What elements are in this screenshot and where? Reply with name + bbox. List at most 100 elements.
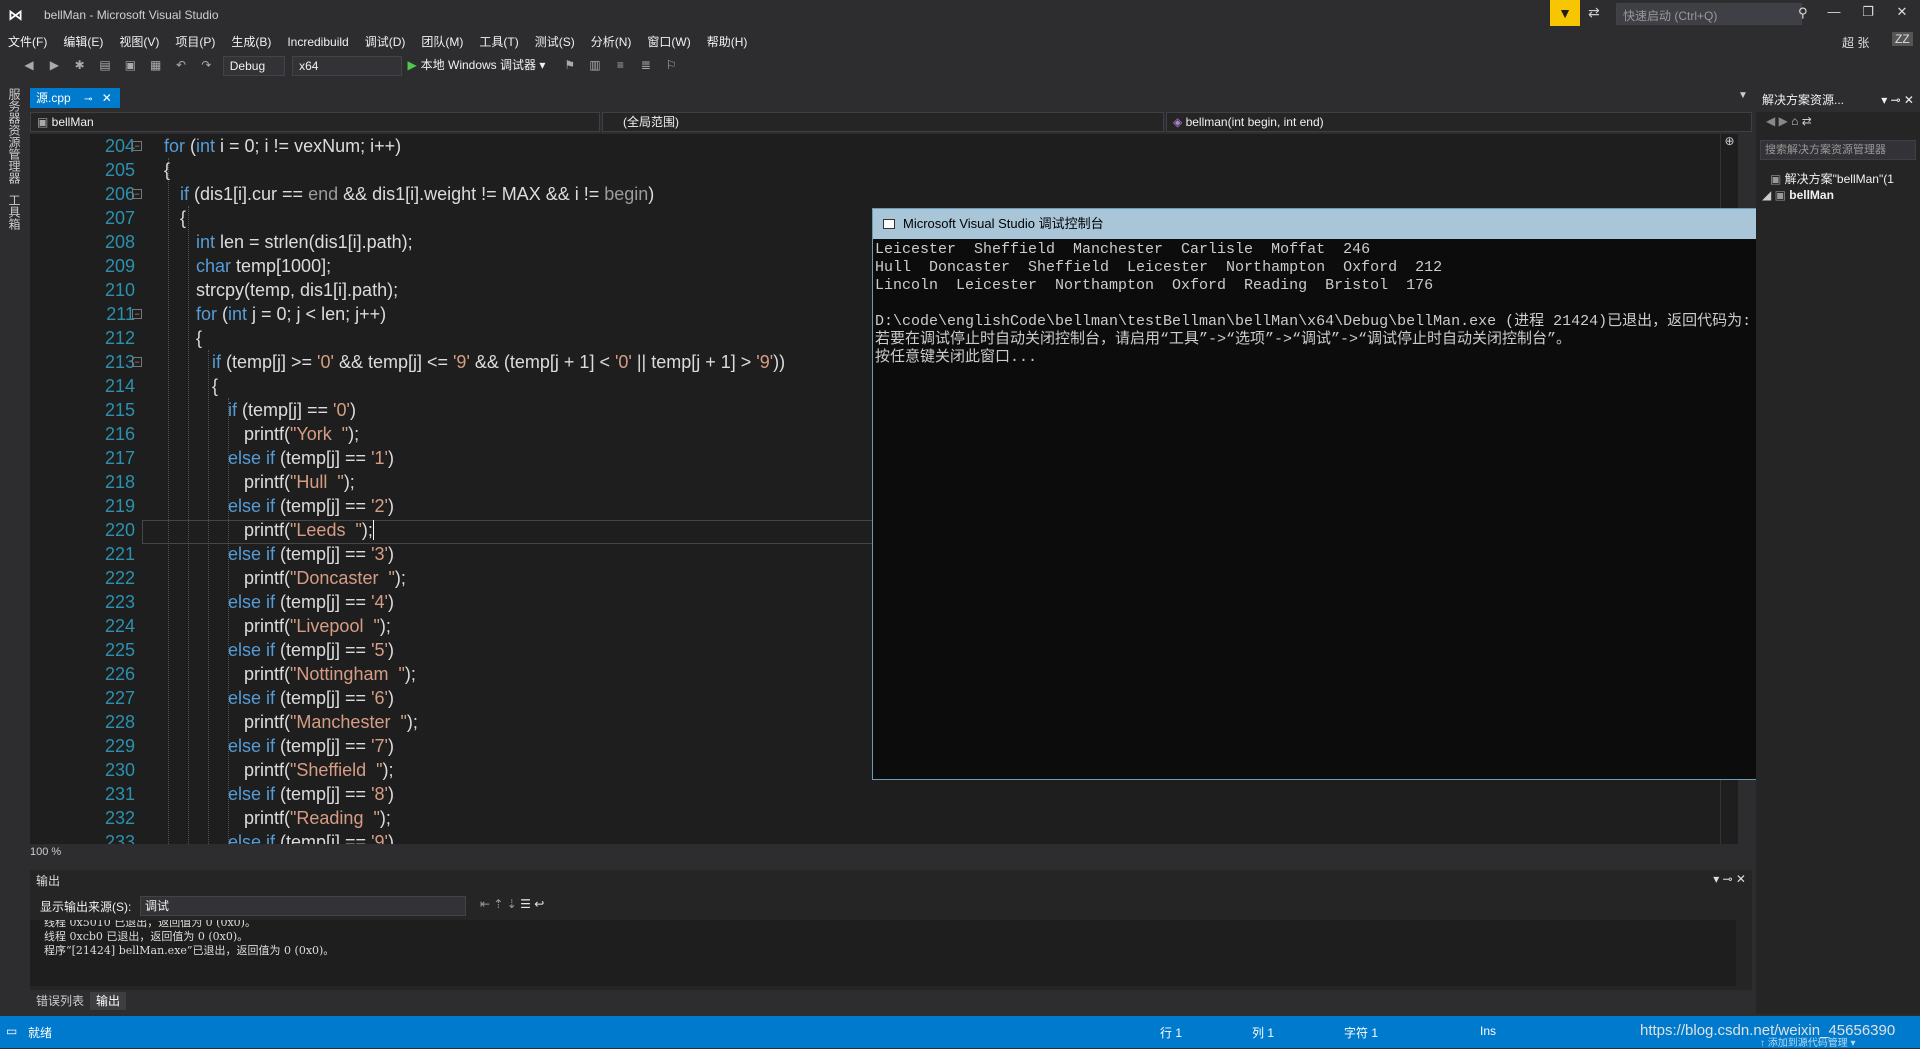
menu-analyze[interactable]: 分析(N) [583, 32, 640, 52]
zoom-level-select[interactable]: 100 % [30, 846, 100, 862]
menu-edit[interactable]: 编辑(E) [55, 32, 111, 52]
editor-horizontal-scrollbar[interactable] [100, 846, 1738, 860]
code-line-217: else if (temp[j] == '1') [228, 448, 394, 468]
menu-debug[interactable]: 调试(D) [357, 32, 414, 52]
menu-help[interactable]: 帮助(H) [699, 32, 756, 52]
forward-icon[interactable]: ▶ [45, 56, 63, 74]
redo-icon[interactable]: ↷ [197, 56, 215, 74]
menu-test[interactable]: 测试(S) [527, 32, 583, 52]
solution-explorer-title: 解决方案资源... ▾ ⊸ ✕ [1756, 88, 1920, 112]
notifications-icon[interactable]: ⇄ [1588, 4, 1600, 21]
status-char: 字符 1 [1344, 1026, 1379, 1040]
collapse-icon[interactable]: − [132, 357, 142, 367]
bookmark-icon[interactable]: ⚐ [662, 56, 680, 74]
feedback-filter-icon[interactable]: ▼ [1550, 0, 1580, 26]
word-wrap-icon[interactable]: ↩ [534, 897, 544, 911]
save-icon[interactable]: ▣ [121, 56, 139, 74]
close-tab-icon[interactable]: ✕ [102, 91, 112, 105]
add-to-source-control-button[interactable]: ↑ 添加到源代码管理 ▾ [1760, 1034, 1856, 1049]
new-project-icon[interactable]: ✱ [71, 56, 89, 74]
console-line: D:\code\englishCode\bellman\testBellman\… [875, 313, 1785, 330]
output-text-area[interactable]: 线程 0x5010 已退出，返回值为 0 (0x0)。 线程 0xcb0 已退出… [30, 920, 1736, 986]
code-line-207: { [180, 208, 187, 228]
menu-tools[interactable]: 工具(T) [471, 32, 526, 52]
console-title: Microsoft Visual Studio 调试控制台 [903, 216, 1104, 231]
tab-output[interactable]: 输出 [90, 992, 127, 1010]
save-all-icon[interactable]: ▦ [147, 56, 165, 74]
tab-error-list[interactable]: 错误列表 [30, 992, 90, 1010]
output-window-controls[interactable]: ▾ ⊸ ✕ [1713, 872, 1746, 886]
console-line: Lincoln Leicester Northampton Oxford Rea… [875, 277, 1434, 294]
open-file-icon[interactable]: ▤ [96, 56, 114, 74]
bottom-tab-strip: 错误列表 输出 [30, 992, 127, 1010]
project-icon: ▣ [37, 115, 52, 129]
se-close-icon[interactable]: ▾ ⊸ ✕ [1881, 88, 1914, 112]
output-source-select[interactable]: 调试 [140, 896, 466, 916]
uncomment-icon[interactable]: ≣ [637, 56, 655, 74]
line-number: 207 [104, 208, 135, 228]
member-select[interactable]: ◈ bellman(int begin, int end) [1166, 112, 1752, 132]
scope-select[interactable]: (全局范围) [602, 112, 1164, 132]
menu-incredibuild[interactable]: Incredibuild [279, 32, 356, 52]
close-icon[interactable]: ✕ [1890, 4, 1914, 24]
menu-project[interactable]: 项目(P) [167, 32, 223, 52]
tree-item-project[interactable]: ◢ ▣ bellMan [1762, 188, 1834, 202]
status-row: 行 1 [1160, 1026, 1183, 1040]
comment-icon[interactable]: ≡ [611, 56, 629, 74]
user-name[interactable]: 超 张 [1842, 34, 1869, 51]
pin-icon[interactable]: ⊸ [84, 94, 92, 105]
project-select[interactable]: ▣ bellMan [30, 112, 600, 132]
line-number: 229 [104, 736, 135, 756]
menu-window[interactable]: 窗口(W) [639, 32, 698, 52]
line-number: 214 [104, 376, 135, 396]
tab-source-cpp[interactable]: 源.cpp ⊸ ✕ [30, 88, 120, 108]
tab-list-dropdown-icon[interactable]: ▼ [1738, 90, 1748, 101]
left-tool-strip: 服务器资源管理器 工具箱 [0, 84, 28, 1014]
back-icon[interactable]: ◀ [20, 56, 38, 74]
project-icon: ▣ [1774, 188, 1790, 202]
find-message-icon[interactable]: ⇤ [480, 897, 493, 911]
collapse-icon[interactable]: − [132, 189, 142, 199]
tree-item-label: bellMan [1789, 188, 1834, 202]
search-icon[interactable]: ⚲ [1798, 5, 1808, 21]
start-debugging-button[interactable]: ▶ 本地 Windows 调试器 ▾ [407, 58, 545, 72]
line-number: 228 [104, 712, 135, 732]
code-line-213: if (temp[j] >= '0' && temp[j] <= '9' && … [212, 352, 786, 372]
code-line-223: else if (temp[j] == '4') [228, 592, 394, 612]
forward-icon[interactable]: ▶ [1779, 114, 1792, 128]
code-line-209: char temp[1000]; [196, 256, 332, 276]
solution-config-select[interactable]: Debug [222, 56, 285, 76]
prev-message-icon[interactable]: ⇡ [493, 897, 506, 911]
platform-select[interactable]: x64 [292, 56, 403, 76]
line-number: 210 [104, 280, 135, 300]
menu-file[interactable]: 文件(F) [0, 32, 55, 52]
undo-icon[interactable]: ↶ [172, 56, 190, 74]
tree-item-solution[interactable]: ▣ 解决方案"bellMan"(1 [1770, 170, 1894, 187]
solution-explorer-icon[interactable]: ▥ [586, 56, 604, 74]
line-number: 230 [104, 760, 135, 780]
menu-build[interactable]: 生成(B) [223, 32, 279, 52]
collapse-icon[interactable]: − [132, 309, 142, 319]
home-icon[interactable]: ⌂ [1791, 114, 1802, 128]
line-number: 206 [104, 184, 135, 204]
browser-link-icon[interactable]: ⚑ [561, 56, 579, 74]
restore-icon[interactable]: ❐ [1856, 4, 1880, 24]
clear-all-icon[interactable]: ☰ [520, 897, 534, 911]
split-icon[interactable]: ⊕ [1721, 134, 1738, 148]
menu-view[interactable]: 视图(V) [111, 32, 167, 52]
standard-toolbar: ◀ ▶ ✱ ▤ ▣ ▦ ↶ ↷ Debug x64 ▶ 本地 Windows 调试… [0, 56, 1920, 80]
server-explorer-tab[interactable]: 服务器资源管理器 [6, 88, 23, 184]
solution-search-input[interactable]: 搜索解决方案资源管理器 [1760, 140, 1916, 160]
menu-team[interactable]: 团队(M) [413, 32, 471, 52]
output-source-label: 显示输出来源(S): [40, 900, 132, 914]
expand-icon[interactable]: ◢ [1762, 188, 1775, 202]
sync-icon[interactable]: ⇄ [1802, 114, 1812, 128]
avatar[interactable]: ZZ [1892, 32, 1913, 46]
back-icon[interactable]: ◀ [1766, 114, 1779, 128]
next-message-icon[interactable]: ⇣ [507, 897, 520, 911]
minimize-icon[interactable]: — [1822, 4, 1846, 24]
collapse-icon[interactable]: − [132, 141, 142, 151]
quick-launch-input[interactable]: 快速启动 (Ctrl+Q) [1616, 3, 1802, 25]
toolbox-tab[interactable]: 工具箱 [6, 194, 23, 230]
line-number: 204 [104, 136, 135, 156]
